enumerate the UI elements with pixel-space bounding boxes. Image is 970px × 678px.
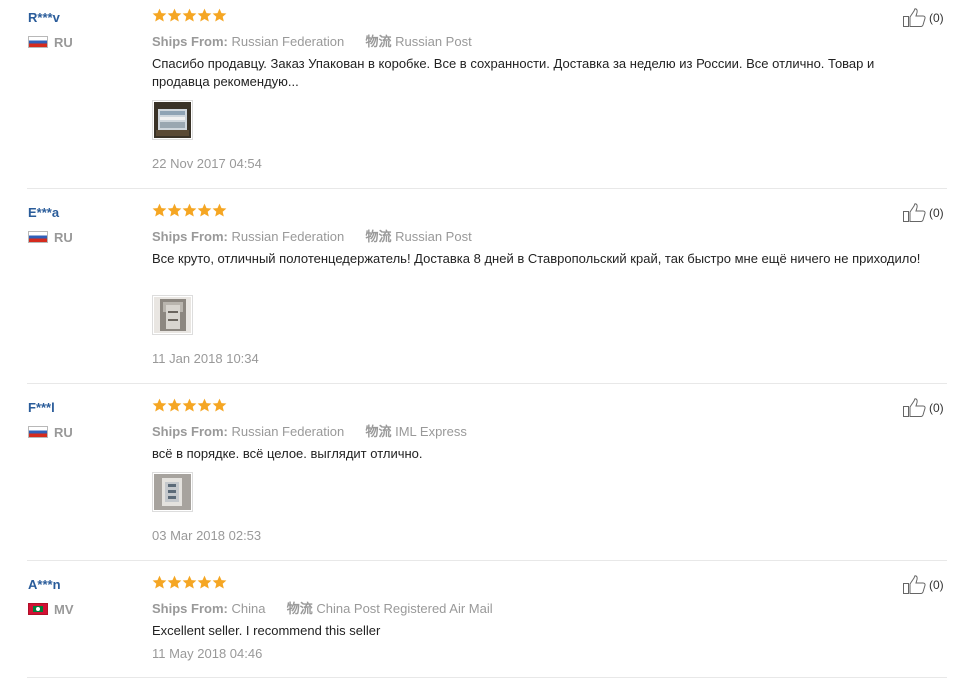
star-icon [152,203,167,218]
carrier-value: Russian Post [395,229,472,244]
helpful-button[interactable]: (0) [903,8,944,27]
star-icon [182,8,197,23]
star-icon [197,203,212,218]
review-text: всё в порядке. всё целое. выглядит отлич… [152,446,423,461]
star-icon [167,8,182,23]
reviewer-country: RU [28,424,73,440]
review-date: 11 Jan 2018 10:34 [152,351,259,366]
carrier-label: 物流 [365,34,392,49]
reviewer-name[interactable]: E***a [28,205,59,220]
review-photo-thumbnail[interactable] [152,295,193,335]
review-date: 22 Nov 2017 04:54 [152,156,262,171]
thumbs-up-icon [903,203,926,222]
helpful-count: (0) [929,10,944,25]
ships-from-label: Ships From: [152,229,228,244]
star-icon [182,398,197,413]
ships-from-value: Russian Federation [231,229,345,244]
shipping-info: Ships From: Russian Federation 物流 IML Ex… [152,421,467,440]
product-photo-icon [154,102,191,138]
country-code: RU [54,34,73,50]
carrier-label: 物流 [365,229,392,244]
star-icon [182,203,197,218]
ships-from-label: Ships From: [152,34,228,49]
reviewer-country: MV [28,601,74,617]
star-icon [212,203,227,218]
reviewer-country: RU [28,229,73,245]
country-code: RU [54,424,73,440]
star-icon [167,398,182,413]
star-icon [152,8,167,23]
review-text: Excellent seller. I recommend this selle… [152,623,381,638]
star-icon [197,398,212,413]
ru-flag-icon [28,231,48,243]
mv-flag-icon [28,603,48,615]
carrier-value: Russian Post [395,34,472,49]
helpful-count: (0) [929,205,944,220]
ships-from-value: Russian Federation [231,424,345,439]
star-rating [152,575,227,591]
star-rating [152,398,227,414]
star-icon [197,8,212,23]
reviewer-name[interactable]: F***l [28,400,55,415]
star-icon [197,575,212,590]
carrier-label: 物流 [365,424,392,439]
review-divider [27,560,947,561]
star-icon [152,398,167,413]
star-rating [152,203,227,219]
review-text: Спасибо продавцу. Заказ Упакован в короб… [152,56,875,89]
star-icon [152,575,167,590]
ships-from-label: Ships From: [152,424,228,439]
ships-from-label: Ships From: [152,601,228,616]
thumbs-up-icon [903,398,926,417]
review-photo-thumbnail[interactable] [152,472,193,512]
helpful-count: (0) [929,400,944,415]
shipping-info: Ships From: China 物流 China Post Register… [152,598,493,617]
star-icon [212,398,227,413]
helpful-button[interactable]: (0) [903,575,944,594]
carrier-value: China Post Registered Air Mail [316,601,493,616]
star-rating [152,8,227,24]
product-photo-icon [154,297,191,333]
ru-flag-icon [28,36,48,48]
reviewer-name[interactable]: R***v [28,10,60,25]
review-divider [27,188,947,189]
shipping-info: Ships From: Russian Federation 物流 Russia… [152,31,472,50]
carrier-value: IML Express [395,424,467,439]
review-text: Все круто, отличный полотенцедержатель! … [152,251,921,266]
review-photo-thumbnail[interactable] [152,100,193,140]
helpful-count: (0) [929,577,944,592]
star-icon [182,575,197,590]
helpful-button[interactable]: (0) [903,203,944,222]
review-divider [27,383,947,384]
country-code: MV [54,601,74,617]
thumbs-up-icon [903,8,926,27]
ships-from-value: China [231,601,266,616]
review-date: 11 May 2018 04:46 [152,646,263,661]
thumbs-up-icon [903,575,926,594]
star-icon [212,575,227,590]
product-photo-icon [154,474,191,510]
helpful-button[interactable]: (0) [903,398,944,417]
review-date: 03 Mar 2018 02:53 [152,528,262,543]
reviewer-country: RU [28,34,73,50]
star-icon [212,8,227,23]
star-icon [167,203,182,218]
star-icon [167,575,182,590]
carrier-label: 物流 [286,601,313,616]
ships-from-value: Russian Federation [231,34,345,49]
ru-flag-icon [28,426,48,438]
reviewer-name[interactable]: A***n [28,577,61,592]
country-code: RU [54,229,73,245]
shipping-info: Ships From: Russian Federation 物流 Russia… [152,226,472,245]
